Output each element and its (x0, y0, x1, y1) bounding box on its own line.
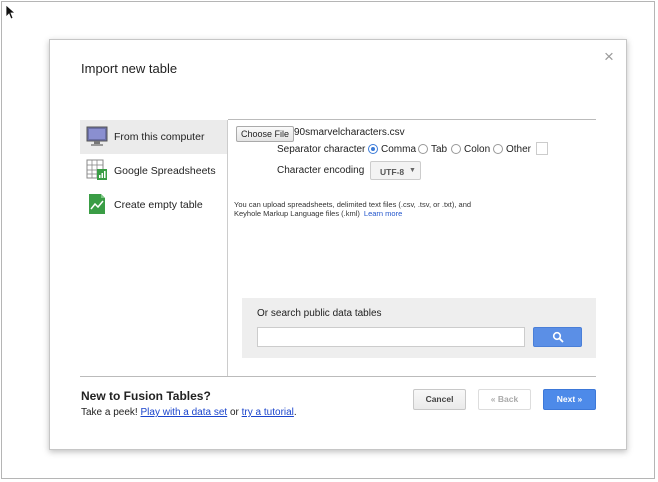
separator-label-tab: Tab (431, 144, 448, 155)
import-dialog: × Import new table From this computer Go… (49, 39, 627, 450)
separator-radio-tab[interactable] (418, 144, 428, 154)
source-item-label: Create empty table (114, 199, 203, 211)
source-item-spreadsheets[interactable]: Google Spreadsheets (80, 154, 227, 188)
separator-label-colon: Colon (464, 144, 491, 155)
source-item-label: Google Spreadsheets (114, 165, 216, 177)
computer-icon (86, 126, 108, 146)
footer-text-mid: or (227, 407, 242, 418)
footer-title: New to Fusion Tables? (81, 389, 211, 403)
play-data-set-link[interactable]: Play with a data set (140, 407, 227, 418)
mouse-cursor-icon (5, 4, 17, 20)
spreadsheet-icon (86, 159, 107, 180)
upload-hint: You can upload spreadsheets, delimited t… (234, 200, 524, 218)
separator-label-comma: Comma (381, 144, 417, 155)
search-button[interactable] (533, 327, 582, 347)
hint-line-1: You can upload spreadsheets, delimited t… (234, 200, 472, 209)
encoding-label: Character encoding (277, 165, 365, 176)
encoding-select[interactable]: UTF-8 ▼ (370, 161, 421, 180)
search-icon (552, 331, 564, 343)
footer-text-prefix: Take a peek! (81, 407, 141, 418)
empty-table-icon (89, 194, 105, 214)
content-divider (228, 119, 596, 120)
dialog-title: Import new table (81, 61, 178, 76)
choose-file-button[interactable]: Choose File (236, 126, 295, 142)
encoding-value: UTF-8 (380, 167, 405, 177)
search-input[interactable] (257, 327, 525, 347)
tutorial-link[interactable]: try a tutorial (242, 407, 294, 418)
separator-radio-colon[interactable] (451, 144, 461, 154)
footer-text-suffix: . (293, 407, 297, 418)
search-label: Or search public data tables (257, 308, 382, 319)
separator-radio-other[interactable] (493, 144, 503, 154)
footer-divider (80, 376, 596, 377)
source-item-empty-table[interactable]: Create empty table (80, 188, 227, 222)
source-item-label: From this computer (114, 131, 205, 143)
separator-label: Separator character (277, 144, 366, 155)
close-icon[interactable]: × (604, 48, 614, 66)
learn-more-link[interactable]: Learn more (364, 209, 402, 218)
source-list: From this computer Google Spreadsheets C… (80, 120, 228, 377)
separator-radio-comma[interactable] (368, 144, 378, 154)
footer-text: Take a peek! Play with a data set or try… (81, 407, 297, 418)
cancel-button[interactable]: Cancel (413, 389, 466, 410)
chevron-down-icon: ▼ (409, 167, 416, 174)
separator-label-other: Other (506, 144, 532, 155)
hint-line-2: Keyhole Markup Language files (.kml) (234, 209, 360, 218)
selected-file-name: 90smarvelcharacters.csv (294, 127, 405, 138)
source-item-computer[interactable]: From this computer (80, 120, 227, 154)
public-search-panel: Or search public data tables (242, 298, 596, 358)
back-button[interactable]: « Back (478, 389, 531, 410)
next-button[interactable]: Next » (543, 389, 596, 410)
other-separator-input[interactable] (536, 142, 548, 155)
